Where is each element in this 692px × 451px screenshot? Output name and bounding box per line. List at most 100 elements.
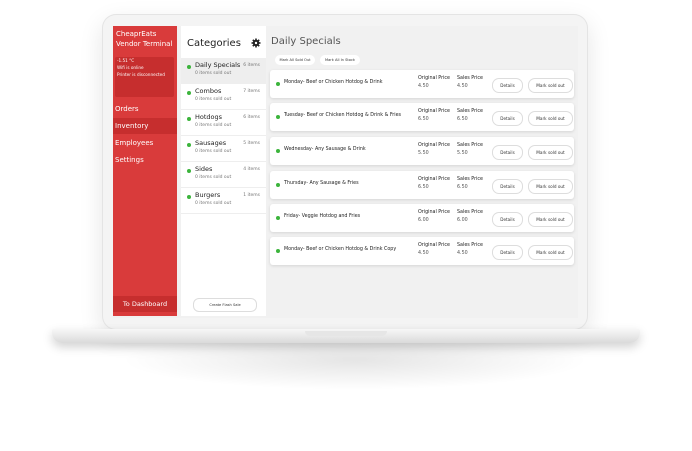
mark-sold-out-button[interactable]: Mark sold out [528,245,573,260]
category-sold-out: 0 items sold out [195,175,232,180]
sidebar-item-orders[interactable]: Orders [113,101,177,117]
brand-title: CheaprEats Vendor Terminal [116,30,173,48]
original-price: 5.50 [418,151,429,156]
sales-price: 6.50 [457,117,468,122]
original-price-label: Original Price [418,76,450,81]
category-count: 6 items [243,63,260,68]
status-panel: -1.51 °C Wifi is online Printer is disco… [115,57,174,97]
wifi-status: Wifi is online [117,65,144,70]
category-sold-out: 0 items sold out [195,201,232,206]
sales-price-label: Sales Price [457,177,483,182]
status-dot-icon [187,65,191,69]
category-item[interactable]: Daily Specials 0 items sold out 6 items [181,58,266,84]
mark-sold-out-button[interactable]: Mark sold out [528,111,573,126]
item-name: Monday- Beef or Chicken Hotdog & Drink C… [284,247,397,252]
original-price: 6.00 [418,218,429,223]
original-price-label: Original Price [418,177,450,182]
sales-price: 4.50 [457,251,468,256]
mark-sold-out-button[interactable]: Mark sold out [528,212,573,227]
category-name: Sides [195,165,213,173]
mark-all-sold-out-button[interactable]: Mark All Sold Out [275,55,315,65]
status-dot-icon [276,149,280,153]
sidebar-item-employees[interactable]: Employees [113,135,177,151]
mark-sold-out-button[interactable]: Mark sold out [528,78,573,93]
details-button[interactable]: Details [492,179,523,194]
categories-panel: Categories Daily Specials 0 items sold o… [181,26,266,316]
category-item[interactable]: Hotdogs 0 items sold out 6 items [181,110,266,136]
status-dot-icon [276,115,280,119]
mark-sold-out-button[interactable]: Mark sold out [528,145,573,160]
sales-price: 6.50 [457,185,468,190]
original-price-label: Original Price [418,210,450,215]
app-screen: CheaprEats Vendor Terminal -1.51 °C Wifi… [113,26,578,318]
sales-price-label: Sales Price [457,76,483,81]
category-sold-out: 0 items sold out [195,123,232,128]
original-price: 6.50 [418,185,429,190]
original-price-label: Original Price [418,143,450,148]
category-name: Daily Specials [195,61,241,69]
status-dot-icon [187,117,191,121]
status-dot-icon [276,249,280,253]
original-price-label: Original Price [418,109,450,114]
sales-price-label: Sales Price [457,243,483,248]
category-name: Combos [195,87,222,95]
category-item[interactable]: Sides 0 items sold out 4 items [181,162,266,188]
item-name: Monday- Beef or Chicken Hotdog & Drink [284,80,383,85]
item-row: Monday- Beef or Chicken Hotdog & Drink O… [270,70,574,98]
details-button[interactable]: Details [492,245,523,260]
category-name: Hotdogs [195,113,223,121]
item-name: Tuesday- Beef or Chicken Hotdog & Drink … [284,113,402,118]
category-item[interactable]: Burgers 0 items sold out 1 items [181,188,266,214]
status-dot-icon [187,169,191,173]
page-title: Daily Specials [271,36,341,47]
item-name: Friday- Veggie Hotdog and Fries [284,214,361,219]
create-flash-sale-button[interactable]: Create Flash Sale [193,298,257,312]
category-sold-out: 0 items sold out [195,71,232,76]
sales-price: 4.50 [457,84,468,89]
item-name: Thursday- Any Sausage & Fries [284,181,359,186]
sidebar-item-inventory[interactable]: Inventory [113,118,177,134]
details-button[interactable]: Details [492,111,523,126]
status-dot-icon [187,143,191,147]
original-price: 6.50 [418,117,429,122]
item-row: Friday- Veggie Hotdog and Fries Original… [270,204,574,232]
categories-title: Categories [187,38,241,49]
category-count: 7 items [243,89,260,94]
category-sold-out: 0 items sold out [195,149,232,154]
category-sold-out: 0 items sold out [195,97,232,102]
details-button[interactable]: Details [492,212,523,227]
status-dot-icon [276,216,280,220]
mark-sold-out-button[interactable]: Mark sold out [528,179,573,194]
original-price: 4.50 [418,84,429,89]
sales-price-label: Sales Price [457,109,483,114]
sales-price: 5.50 [457,151,468,156]
category-name: Burgers [195,191,221,199]
category-count: 5 items [243,141,260,146]
category-count: 1 items [243,193,260,198]
printer-status: Printer is disconnected [117,72,165,77]
item-row: Tuesday- Beef or Chicken Hotdog & Drink … [270,103,574,131]
category-item[interactable]: Sausages 0 items sold out 5 items [181,136,266,162]
category-name: Sausages [195,139,227,147]
laptop-notch [305,331,387,336]
mark-all-in-stock-button[interactable]: Mark All In Stock [320,55,360,65]
sales-price-label: Sales Price [457,143,483,148]
category-list: Daily Specials 0 items sold out 6 items … [181,58,266,214]
item-row: Monday- Beef or Chicken Hotdog & Drink C… [270,237,574,265]
details-button[interactable]: Details [492,145,523,160]
status-dot-icon [187,91,191,95]
temperature-readout: -1.51 °C [117,58,135,63]
status-dot-icon [187,195,191,199]
dashboard-button[interactable]: To Dashboard [113,296,177,312]
category-count: 4 items [243,167,260,172]
sidebar: CheaprEats Vendor Terminal -1.51 °C Wifi… [113,26,177,316]
items-panel: Daily Specials Mark All Sold Out Mark Al… [270,26,578,318]
details-button[interactable]: Details [492,78,523,93]
gear-icon[interactable] [251,38,261,48]
category-count: 6 items [243,115,260,120]
sales-price-label: Sales Price [457,210,483,215]
category-item[interactable]: Combos 0 items sold out 7 items [181,84,266,110]
original-price-label: Original Price [418,243,450,248]
sidebar-item-settings[interactable]: Settings [113,152,177,168]
status-dot-icon [276,82,280,86]
